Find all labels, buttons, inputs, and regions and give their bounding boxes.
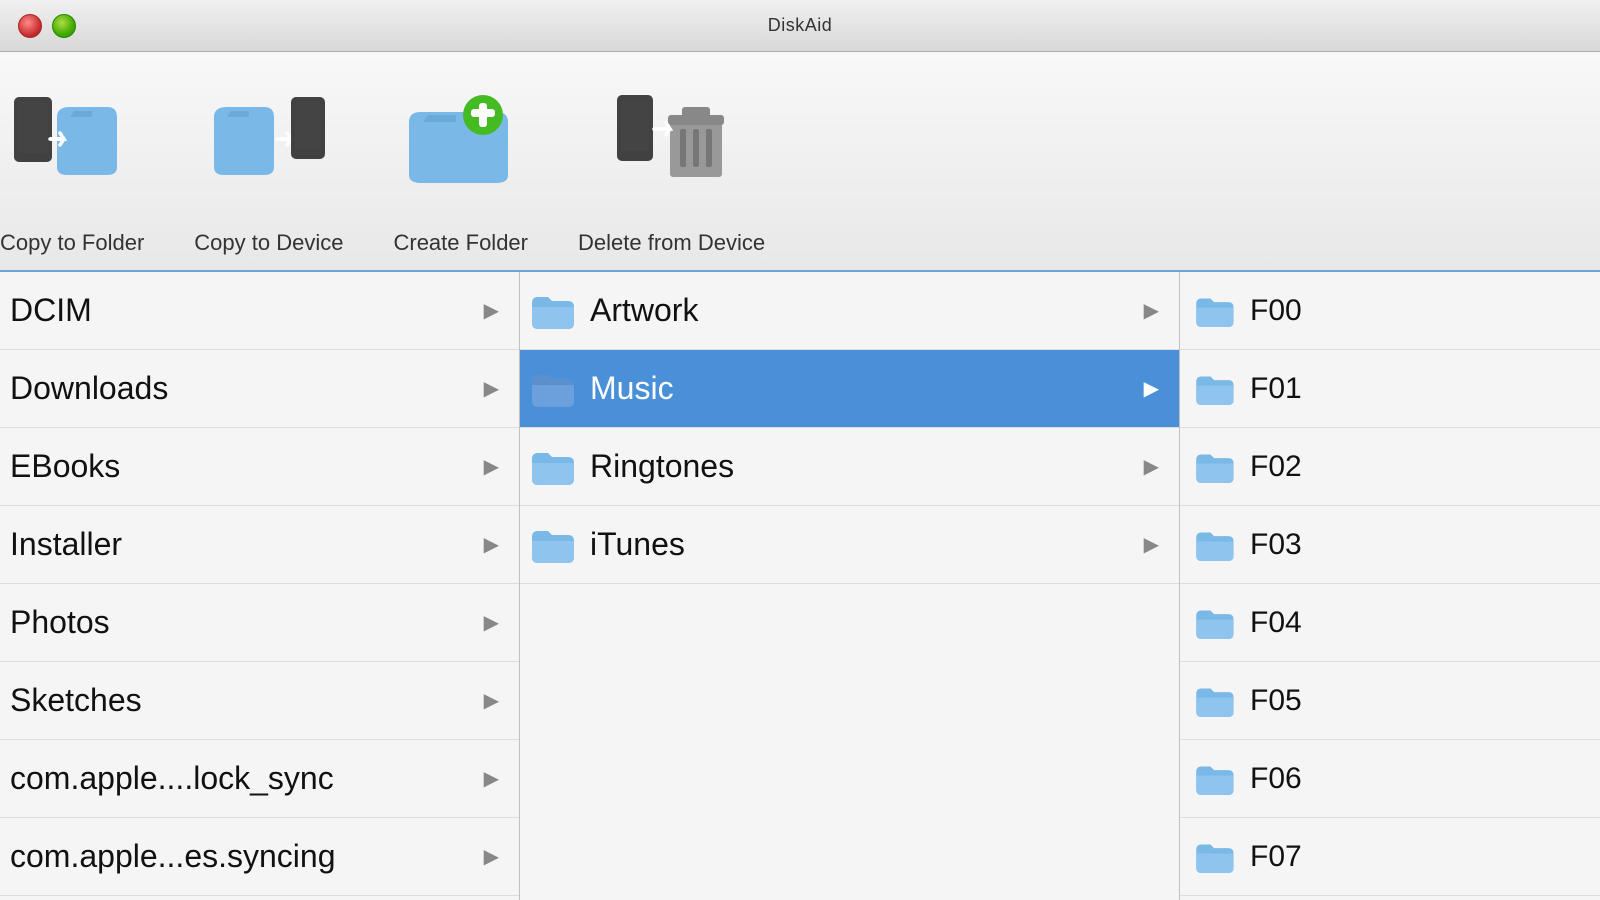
delete-from-device-button[interactable]: Delete from Device [558, 52, 795, 271]
minimize-button[interactable] [52, 14, 76, 38]
title-bar: DiskAid [0, 0, 1600, 52]
copy-to-folder-icon [12, 62, 132, 222]
left-item-installer[interactable]: Installer ▶ [0, 506, 519, 584]
item-label: iTunes [590, 526, 685, 563]
copy-to-folder-button[interactable]: Copy to Folder [0, 52, 174, 271]
item-label: Ringtones [590, 448, 734, 485]
folder-icon [1194, 607, 1234, 639]
traffic-lights [0, 14, 76, 38]
item-label: F02 [1250, 450, 1302, 484]
copy-to-device-label: Copy to Device [194, 230, 343, 256]
chevron-right-icon: ▶ [484, 454, 499, 479]
folder-icon [1194, 373, 1234, 405]
right-panel: F00 F01 F02 [1180, 272, 1600, 900]
folder-icon [530, 449, 574, 485]
item-label: EBooks [10, 448, 120, 485]
middle-panel: Artwork ▶ Music ▶ Ringtones ▶ [520, 272, 1180, 900]
toolbar: Copy to Folder Copy to Device [0, 52, 1600, 272]
item-label: F04 [1250, 606, 1302, 640]
chevron-right-icon: ▶ [1144, 376, 1159, 401]
item-label: Downloads [10, 370, 168, 407]
right-item-f01[interactable]: F01 [1180, 350, 1600, 428]
left-item-photos[interactable]: Photos ▶ [0, 584, 519, 662]
content-area: DCIM ▶ Downloads ▶ EBooks ▶ Installer ▶ … [0, 272, 1600, 900]
middle-item-itunes[interactable]: iTunes ▶ [520, 506, 1179, 584]
left-item-sketches[interactable]: Sketches ▶ [0, 662, 519, 740]
folder-icon [1194, 685, 1234, 717]
folder-icon [530, 293, 574, 329]
item-label: Artwork [590, 292, 698, 329]
folder-icon [1194, 295, 1234, 327]
item-label: F05 [1250, 684, 1302, 718]
middle-item-artwork[interactable]: Artwork ▶ [520, 272, 1179, 350]
window-title: DiskAid [768, 15, 833, 36]
right-item-f05[interactable]: F05 [1180, 662, 1600, 740]
folder-icon [530, 371, 574, 407]
create-folder-icon [401, 62, 521, 222]
copy-to-device-icon [209, 62, 329, 222]
right-item-f07[interactable]: F07 [1180, 818, 1600, 896]
folder-icon [1194, 763, 1234, 795]
left-item-lock-sync[interactable]: com.apple....lock_sync ▶ [0, 740, 519, 818]
item-label: DCIM [10, 292, 92, 329]
right-item-f03[interactable]: F03 [1180, 506, 1600, 584]
right-item-f04[interactable]: F04 [1180, 584, 1600, 662]
chevron-right-icon: ▶ [484, 298, 499, 323]
middle-item-music[interactable]: Music ▶ [520, 350, 1179, 428]
folder-icon [530, 527, 574, 563]
item-label: Sketches [10, 682, 142, 719]
item-label: Photos [10, 604, 110, 641]
folder-icon [1194, 841, 1234, 873]
item-label: com.apple...es.syncing [10, 838, 336, 875]
right-item-f02[interactable]: F02 [1180, 428, 1600, 506]
item-label: F06 [1250, 762, 1302, 796]
left-item-ebooks[interactable]: EBooks ▶ [0, 428, 519, 506]
delete-from-device-label: Delete from Device [578, 230, 765, 256]
item-label: Music [590, 370, 674, 407]
item-label: F01 [1250, 372, 1302, 406]
copy-to-folder-label: Copy to Folder [0, 230, 144, 256]
item-label: F00 [1250, 294, 1302, 328]
item-label: com.apple....lock_sync [10, 760, 334, 797]
chevron-right-icon: ▶ [484, 610, 499, 635]
item-label: F03 [1250, 528, 1302, 562]
item-label: Installer [10, 526, 122, 563]
chevron-right-icon: ▶ [484, 532, 499, 557]
chevron-right-icon: ▶ [484, 376, 499, 401]
left-item-downloads[interactable]: Downloads ▶ [0, 350, 519, 428]
close-button[interactable] [18, 14, 42, 38]
delete-from-device-icon [612, 62, 732, 222]
copy-to-device-button[interactable]: Copy to Device [174, 52, 373, 271]
left-item-es-syncing[interactable]: com.apple...es.syncing ▶ [0, 818, 519, 896]
right-item-f06[interactable]: F06 [1180, 740, 1600, 818]
left-item-dcim[interactable]: DCIM ▶ [0, 272, 519, 350]
create-folder-label: Create Folder [393, 230, 528, 256]
folder-icon [1194, 451, 1234, 483]
chevron-right-icon: ▶ [484, 688, 499, 713]
item-label: F07 [1250, 840, 1302, 874]
chevron-right-icon: ▶ [1144, 298, 1159, 323]
middle-item-ringtones[interactable]: Ringtones ▶ [520, 428, 1179, 506]
chevron-right-icon: ▶ [1144, 454, 1159, 479]
folder-icon [1194, 529, 1234, 561]
chevron-right-icon: ▶ [484, 844, 499, 869]
right-item-f00[interactable]: F00 [1180, 272, 1600, 350]
left-panel: DCIM ▶ Downloads ▶ EBooks ▶ Installer ▶ … [0, 272, 520, 900]
chevron-right-icon: ▶ [1144, 532, 1159, 557]
chevron-right-icon: ▶ [484, 766, 499, 791]
create-folder-button[interactable]: Create Folder [373, 52, 558, 271]
